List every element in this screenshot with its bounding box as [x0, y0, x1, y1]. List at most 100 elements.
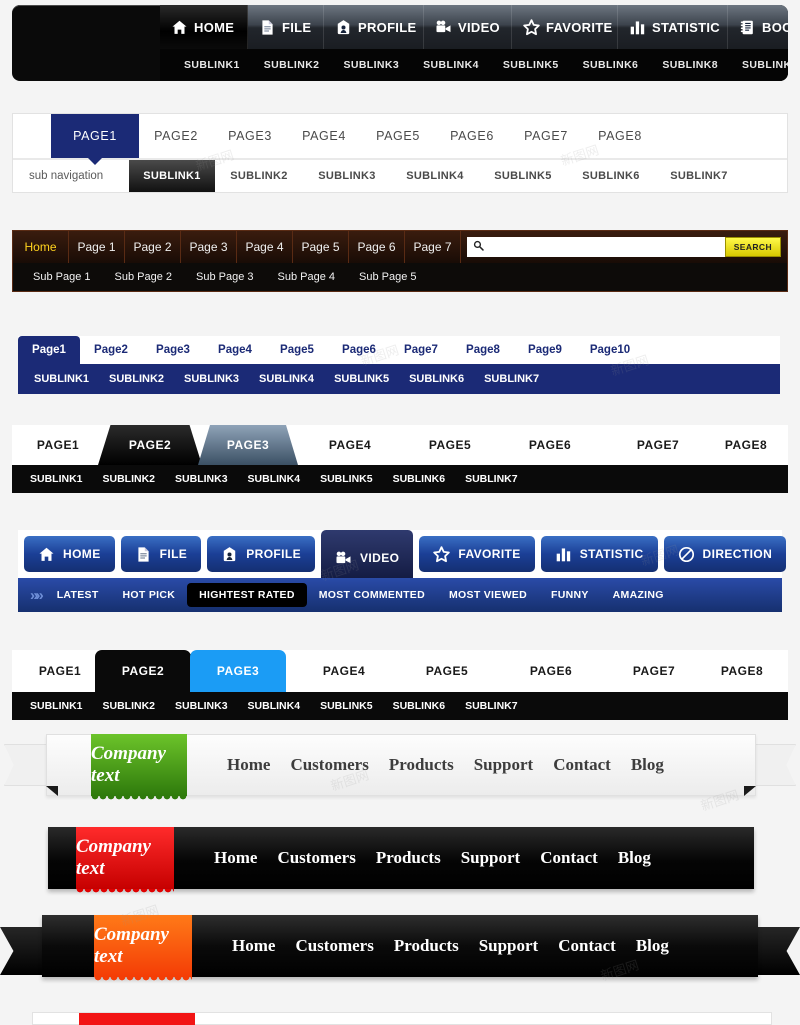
- nav1-sublink[interactable]: SUBLINK1: [172, 59, 252, 71]
- nav10-link-contact[interactable]: Contact: [548, 936, 626, 956]
- nav1-sublink[interactable]: SUBLINK6: [571, 59, 651, 71]
- nav6-sublink-funny[interactable]: FUNNY: [539, 589, 601, 601]
- nav7-tab-page8[interactable]: PAGE8: [700, 650, 784, 692]
- nav7-sublink-sublink2[interactable]: SUBLINK2: [93, 700, 166, 712]
- nav8-link-contact[interactable]: Contact: [543, 755, 621, 775]
- nav4-tab-page4[interactable]: Page4: [204, 336, 266, 364]
- nav7-sublink-sublink5[interactable]: SUBLINK5: [310, 700, 383, 712]
- nav3-tab-page-4[interactable]: Page 4: [237, 231, 293, 263]
- nav5-sublink-sublink4[interactable]: SUBLINK4: [238, 473, 311, 485]
- nav2-sublink-sublink2[interactable]: SUBLINK2: [215, 160, 303, 192]
- nav2-tab-page1[interactable]: PAGE1: [51, 114, 139, 158]
- nav8-link-home[interactable]: Home: [217, 755, 280, 775]
- nav10-link-blog[interactable]: Blog: [626, 936, 679, 956]
- nav3-tab-home[interactable]: Home: [13, 231, 69, 263]
- nav6-button-statistic[interactable]: STATISTIC: [540, 536, 658, 572]
- nav1-item-profile[interactable]: PROFILE: [324, 5, 424, 49]
- nav5-tab-page1[interactable]: PAGE1: [12, 425, 104, 465]
- nav6-sublink-amazing[interactable]: AMAZING: [601, 589, 676, 601]
- nav5-sublink-sublink2[interactable]: SUBLINK2: [93, 473, 166, 485]
- nav1-sublink[interactable]: SUBLINK3: [331, 59, 411, 71]
- nav4-tab-page5[interactable]: Page5: [266, 336, 328, 364]
- nav6-sublink-most-commented[interactable]: MOST COMMENTED: [307, 589, 437, 601]
- nav5-tab-page2[interactable]: PAGE2: [98, 425, 202, 465]
- nav7-sublink-sublink4[interactable]: SUBLINK4: [238, 700, 311, 712]
- nav7-tab-page3[interactable]: PAGE3: [190, 650, 286, 692]
- nav6-button-favorite[interactable]: FAVORITE: [419, 536, 535, 572]
- nav1-item-home[interactable]: HOME: [160, 5, 248, 49]
- nav1-item-statistic[interactable]: STATISTIC: [618, 5, 728, 49]
- nav6-sublink-hightest-rated[interactable]: HIGHTEST RATED: [187, 583, 307, 607]
- nav8-brand-badge[interactable]: Company text: [91, 734, 187, 803]
- nav4-sublink-sublink3[interactable]: SUBLINK3: [174, 373, 249, 385]
- nav4-tab-page6[interactable]: Page6: [328, 336, 390, 364]
- nav3-search-input[interactable]: [487, 240, 725, 254]
- nav10-link-support[interactable]: Support: [469, 936, 549, 956]
- nav5-tab-page5[interactable]: PAGE5: [402, 425, 498, 465]
- nav6-button-home[interactable]: HOME: [24, 536, 115, 572]
- nav7-tab-page2[interactable]: PAGE2: [95, 650, 191, 692]
- nav3-tab-page-7[interactable]: Page 7: [405, 231, 461, 263]
- nav10-brand-badge[interactable]: Company text: [94, 915, 192, 984]
- nav3-tab-page-2[interactable]: Page 2: [125, 231, 181, 263]
- nav8-link-support[interactable]: Support: [464, 755, 544, 775]
- nav2-tab-page7[interactable]: PAGE7: [509, 114, 583, 158]
- nav4-tab-page9[interactable]: Page9: [514, 336, 576, 364]
- nav5-sublink-sublink3[interactable]: SUBLINK3: [165, 473, 238, 485]
- nav2-tab-page3[interactable]: PAGE3: [213, 114, 287, 158]
- nav7-tab-page6[interactable]: PAGE6: [502, 650, 600, 692]
- nav4-tab-page3[interactable]: Page3: [142, 336, 204, 364]
- nav5-tab-page4[interactable]: PAGE4: [302, 425, 398, 465]
- nav4-tab-page10[interactable]: Page10: [576, 336, 644, 364]
- nav3-tab-page-3[interactable]: Page 3: [181, 231, 237, 263]
- nav10-link-products[interactable]: Products: [384, 936, 469, 956]
- nav5-tab-page6[interactable]: PAGE6: [502, 425, 598, 465]
- nav1-sublink[interactable]: SUBLINK9: [730, 59, 788, 71]
- nav3-sublink-sub-page-2[interactable]: Sub Page 2: [103, 271, 185, 283]
- nav6-button-profile[interactable]: PROFILE: [207, 536, 316, 572]
- nav10-link-customers[interactable]: Customers: [285, 936, 383, 956]
- nav2-sublink-sublink6[interactable]: SUBLINK6: [567, 160, 655, 192]
- nav1-sublink[interactable]: SUBLINK8: [650, 59, 730, 71]
- nav2-tab-page8[interactable]: PAGE8: [583, 114, 657, 158]
- nav7-tab-page1[interactable]: PAGE1: [12, 650, 108, 692]
- nav7-tab-page4[interactable]: PAGE4: [295, 650, 393, 692]
- nav5-sublink-sublink1[interactable]: SUBLINK1: [20, 473, 93, 485]
- nav4-tab-page1[interactable]: Page1: [18, 336, 80, 364]
- nav3-sublink-sub-page-3[interactable]: Sub Page 3: [184, 271, 266, 283]
- nav7-sublink-sublink1[interactable]: SUBLINK1: [20, 700, 93, 712]
- nav6-button-video[interactable]: VIDEO: [321, 530, 414, 578]
- nav2-tab-page4[interactable]: PAGE4: [287, 114, 361, 158]
- nav1-item-book[interactable]: BOOK: [728, 5, 788, 49]
- nav5-sublink-sublink6[interactable]: SUBLINK6: [383, 473, 456, 485]
- nav1-item-favorite[interactable]: FAVORITE: [512, 5, 618, 49]
- nav4-sublink-sublink6[interactable]: SUBLINK6: [399, 373, 474, 385]
- nav7-tab-page7[interactable]: PAGE7: [606, 650, 702, 692]
- nav1-item-video[interactable]: VIDEO: [424, 5, 512, 49]
- nav4-tab-page2[interactable]: Page2: [80, 336, 142, 364]
- nav7-sublink-sublink3[interactable]: SUBLINK3: [165, 700, 238, 712]
- nav2-sublink-sublink4[interactable]: SUBLINK4: [391, 160, 479, 192]
- nav2-sublink-sublink7[interactable]: SUBLINK7: [655, 160, 743, 192]
- nav2-tab-page6[interactable]: PAGE6: [435, 114, 509, 158]
- nav9-link-blog[interactable]: Blog: [608, 848, 661, 868]
- nav4-sublink-sublink4[interactable]: SUBLINK4: [249, 373, 324, 385]
- nav9-link-customers[interactable]: Customers: [267, 848, 365, 868]
- nav6-button-file[interactable]: FILE: [120, 536, 202, 572]
- nav7-tab-page5[interactable]: PAGE5: [398, 650, 496, 692]
- nav6-sublink-most-viewed[interactable]: MOST VIEWED: [437, 589, 539, 601]
- nav9-brand-badge[interactable]: Company text: [76, 827, 174, 896]
- nav8-link-customers[interactable]: Customers: [280, 755, 378, 775]
- nav4-sublink-sublink1[interactable]: SUBLINK1: [24, 373, 99, 385]
- nav5-tab-page7[interactable]: PAGE7: [610, 425, 706, 465]
- nav2-sublink-sublink1[interactable]: SUBLINK1: [129, 160, 215, 192]
- nav5-sublink-sublink7[interactable]: SUBLINK7: [455, 473, 528, 485]
- nav8-link-products[interactable]: Products: [379, 755, 464, 775]
- nav6-sublink-hot-pick[interactable]: HOT PICK: [111, 589, 188, 601]
- nav1-sublink[interactable]: SUBLINK5: [491, 59, 571, 71]
- nav3-tab-page-1[interactable]: Page 1: [69, 231, 125, 263]
- nav3-sublink-sub-page-4[interactable]: Sub Page 4: [266, 271, 348, 283]
- nav9-link-contact[interactable]: Contact: [530, 848, 608, 868]
- nav3-search-button[interactable]: SEARCH: [724, 237, 781, 257]
- nav6-sublink-latest[interactable]: LATEST: [45, 589, 111, 601]
